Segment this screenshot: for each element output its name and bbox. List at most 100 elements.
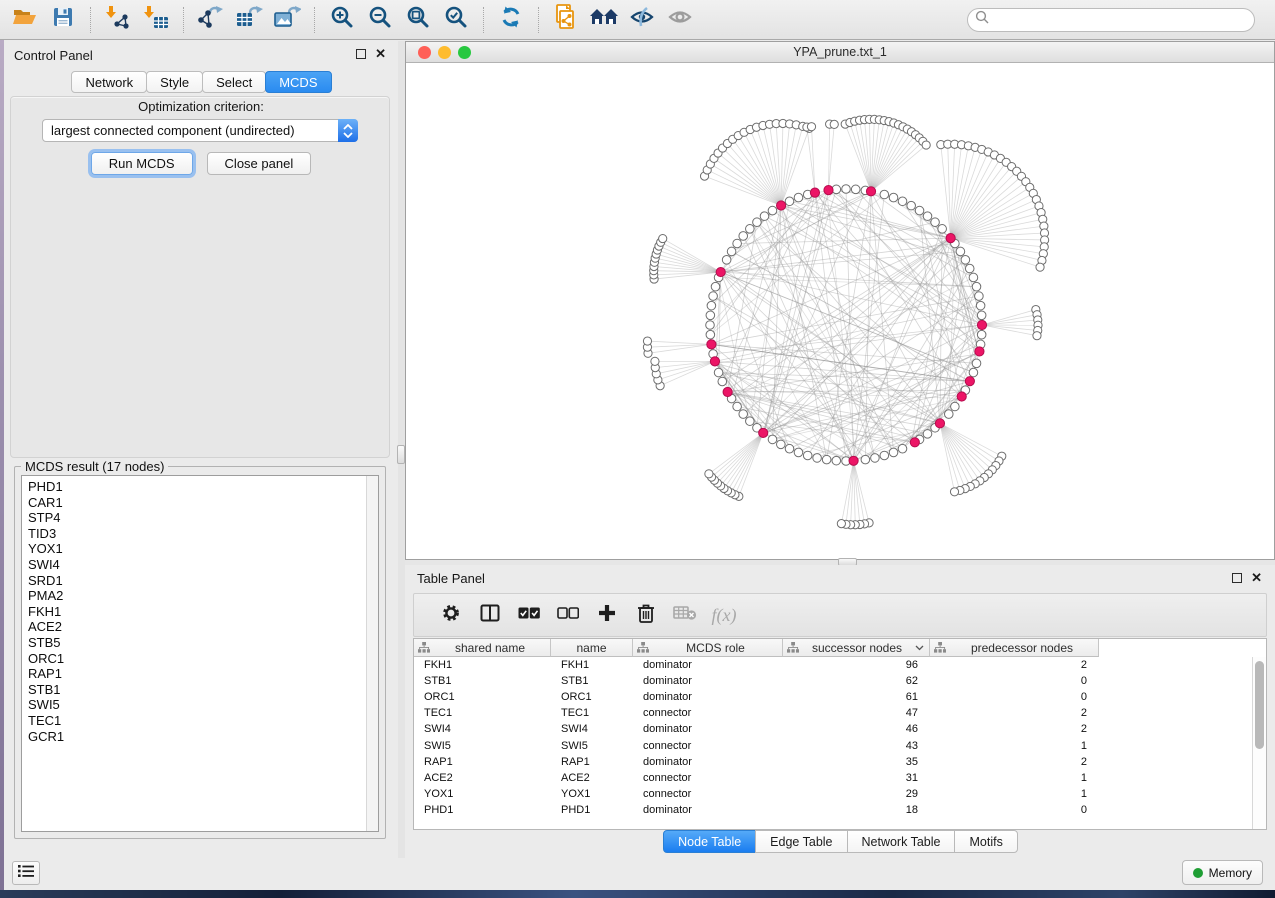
table-row[interactable]: YOX1YOX1connector291 bbox=[414, 786, 1252, 802]
export-network-icon bbox=[197, 5, 225, 34]
hide-panel-button[interactable] bbox=[623, 4, 661, 36]
tab-mcds[interactable]: MCDS bbox=[265, 71, 331, 93]
home-button[interactable] bbox=[585, 4, 623, 36]
column-type-icon bbox=[787, 642, 799, 653]
cell-predecessor_nodes: 0 bbox=[930, 675, 1099, 687]
close-panel-icon[interactable]: ✕ bbox=[375, 46, 386, 62]
cell-successor_nodes: 43 bbox=[783, 740, 930, 752]
export-image-button[interactable] bbox=[268, 4, 306, 36]
zoom-in-button[interactable] bbox=[323, 4, 361, 36]
result-node-item[interactable]: SWI4 bbox=[22, 557, 378, 573]
result-node-item[interactable]: STB1 bbox=[22, 682, 378, 698]
show-panel-button[interactable] bbox=[661, 4, 699, 36]
close-panel-button[interactable]: Close panel bbox=[207, 152, 312, 175]
result-node-item[interactable]: CAR1 bbox=[22, 495, 378, 511]
zoom-out-icon bbox=[368, 5, 392, 34]
eye-slash-icon bbox=[629, 6, 655, 33]
control-panel-header: Control Panel ✕ bbox=[4, 41, 398, 67]
zoom-in-icon bbox=[330, 5, 354, 34]
toolbar-separator bbox=[538, 7, 539, 33]
delete-table-button[interactable] bbox=[670, 600, 700, 630]
tab-style[interactable]: Style bbox=[146, 71, 203, 93]
import-network-button[interactable] bbox=[99, 4, 137, 36]
tab-network[interactable]: Network bbox=[71, 71, 147, 93]
result-node-item[interactable]: PHD1 bbox=[22, 479, 378, 495]
cell-shared_name: ORC1 bbox=[414, 691, 551, 703]
table-row[interactable]: SWI4SWI4dominator462 bbox=[414, 721, 1252, 737]
column-header-name[interactable]: name bbox=[551, 639, 633, 657]
export-network-button[interactable] bbox=[192, 4, 230, 36]
delete-column-button[interactable] bbox=[631, 600, 661, 630]
column-header-MCDS-role[interactable]: MCDS role bbox=[633, 639, 783, 657]
create-column-button[interactable] bbox=[592, 600, 622, 630]
open-file-button[interactable] bbox=[6, 4, 44, 36]
result-node-item[interactable]: ACE2 bbox=[22, 619, 378, 635]
fx-icon: f(x) bbox=[712, 605, 737, 626]
tab-node-table[interactable]: Node Table bbox=[663, 830, 756, 853]
unchecked-boxes-icon bbox=[557, 606, 579, 624]
select-all-button[interactable] bbox=[514, 600, 544, 630]
search-input[interactable] bbox=[994, 11, 1254, 29]
network-view-window: YPA_prune.txt_1 bbox=[405, 41, 1275, 560]
result-node-item[interactable]: RAP1 bbox=[22, 666, 378, 682]
result-node-item[interactable]: GCR1 bbox=[22, 729, 378, 745]
column-header-predecessor-nodes[interactable]: predecessor nodes bbox=[930, 639, 1099, 657]
table-row[interactable]: RAP1RAP1dominator352 bbox=[414, 754, 1252, 770]
result-node-item[interactable]: FKH1 bbox=[22, 604, 378, 620]
import-table-button[interactable] bbox=[137, 4, 175, 36]
table-row[interactable]: TEC1TEC1connector472 bbox=[414, 705, 1252, 721]
table-row[interactable]: FKH1FKH1dominator962 bbox=[414, 657, 1252, 673]
export-table-button[interactable] bbox=[230, 4, 268, 36]
close-panel-icon[interactable]: ✕ bbox=[1251, 570, 1262, 586]
result-node-item[interactable]: SWI5 bbox=[22, 697, 378, 713]
float-panel-icon[interactable] bbox=[1232, 573, 1242, 583]
table-row[interactable]: ACE2ACE2connector311 bbox=[414, 770, 1252, 786]
result-node-item[interactable]: STB5 bbox=[22, 635, 378, 651]
cell-mcds_role: connector bbox=[633, 772, 783, 784]
table-row[interactable]: STB1STB1dominator620 bbox=[414, 673, 1252, 689]
cell-successor_nodes: 31 bbox=[783, 772, 930, 784]
result-node-item[interactable]: STP4 bbox=[22, 510, 378, 526]
table-scrollbar[interactable] bbox=[1252, 657, 1266, 829]
table-tabs: Node TableEdge TableNetwork TableMotifs bbox=[405, 830, 1275, 853]
deselect-all-button[interactable] bbox=[553, 600, 583, 630]
plus-icon bbox=[598, 604, 616, 627]
scrollbar-thumb[interactable] bbox=[1255, 661, 1264, 749]
result-node-item[interactable]: PMA2 bbox=[22, 588, 378, 604]
zoom-selected-button[interactable] bbox=[437, 4, 475, 36]
memory-button[interactable]: Memory bbox=[1182, 860, 1263, 885]
table-settings-button[interactable] bbox=[436, 600, 466, 630]
tab-network-table[interactable]: Network Table bbox=[847, 830, 956, 853]
refresh-layout-button[interactable] bbox=[492, 4, 530, 36]
run-mcds-button[interactable]: Run MCDS bbox=[91, 152, 193, 175]
task-history-button[interactable] bbox=[12, 861, 40, 885]
float-panel-icon[interactable] bbox=[356, 49, 366, 59]
table-row[interactable]: ORC1ORC1dominator610 bbox=[414, 689, 1252, 705]
result-node-item[interactable]: SRD1 bbox=[22, 573, 378, 589]
zoom-out-button[interactable] bbox=[361, 4, 399, 36]
result-node-item[interactable]: YOX1 bbox=[22, 541, 378, 557]
show-columns-button[interactable] bbox=[475, 600, 505, 630]
result-list-scrollbar[interactable] bbox=[366, 476, 378, 831]
tab-select[interactable]: Select bbox=[202, 71, 266, 93]
result-node-item[interactable]: ORC1 bbox=[22, 651, 378, 667]
network-canvas[interactable] bbox=[406, 63, 1274, 559]
divider-grip[interactable] bbox=[397, 445, 405, 464]
save-session-button[interactable] bbox=[44, 4, 82, 36]
column-header-label: shared name bbox=[430, 641, 550, 655]
criterion-dropdown[interactable]: largest connected component (undirected) bbox=[42, 119, 358, 142]
vertical-divider[interactable] bbox=[398, 41, 405, 862]
column-header-successor-nodes[interactable]: successor nodes bbox=[783, 639, 930, 657]
clone-network-button[interactable] bbox=[547, 4, 585, 36]
tab-motifs[interactable]: Motifs bbox=[954, 830, 1017, 853]
zoom-fit-button[interactable] bbox=[399, 4, 437, 36]
table-row[interactable]: SWI5SWI5connector431 bbox=[414, 737, 1252, 753]
function-builder-button[interactable]: f(x) bbox=[709, 600, 739, 630]
tab-edge-table[interactable]: Edge Table bbox=[755, 830, 847, 853]
table-row[interactable]: PHD1PHD1dominator180 bbox=[414, 802, 1252, 818]
result-node-item[interactable]: TEC1 bbox=[22, 713, 378, 729]
cell-name: STB1 bbox=[551, 675, 633, 687]
column-header-shared-name[interactable]: shared name bbox=[414, 639, 551, 657]
result-node-item[interactable]: TID3 bbox=[22, 526, 378, 542]
network-window-titlebar[interactable]: YPA_prune.txt_1 bbox=[406, 42, 1274, 63]
